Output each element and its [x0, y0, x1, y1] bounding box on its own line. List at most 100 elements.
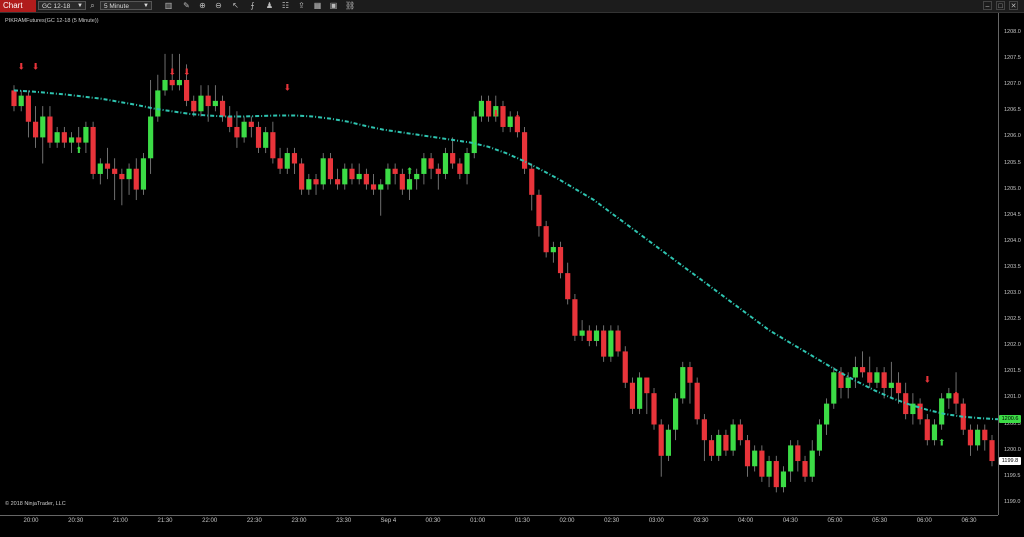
- link-icon[interactable]: ⛓: [345, 1, 355, 10]
- candle: [270, 121, 276, 164]
- candle: [227, 106, 233, 133]
- candle: [557, 241, 564, 279]
- candle: [874, 367, 880, 388]
- chevron-down-icon: ▼: [77, 3, 83, 9]
- interval-value: 5 Minute: [104, 3, 129, 10]
- price-tick-label: 1202.5: [1004, 316, 1021, 323]
- buy-signal-arrow-icon: ⬆: [75, 146, 83, 156]
- candle-body-down: [867, 372, 873, 383]
- candle: [90, 121, 96, 180]
- candle-body-up: [212, 100, 218, 107]
- price-tick-label: 1204.0: [1004, 237, 1021, 244]
- candle: [802, 455, 808, 482]
- close-icon[interactable]: ✕: [1009, 1, 1018, 10]
- candle: [385, 163, 391, 190]
- time-axis[interactable]: [0, 515, 998, 516]
- candle-body-down: [644, 377, 650, 394]
- candle-body-down: [133, 168, 139, 190]
- candle-body-down: [47, 116, 53, 143]
- price-tick-label: 1199.5: [1004, 472, 1021, 479]
- candle: [342, 163, 348, 190]
- candle-body-up: [874, 372, 880, 383]
- candle: [500, 100, 506, 133]
- maximize-icon[interactable]: □: [996, 1, 1005, 10]
- candle-body-down: [349, 168, 355, 180]
- candle-body-down: [572, 299, 578, 336]
- candle: [471, 111, 477, 159]
- candle: [442, 147, 449, 180]
- candle-body-up: [507, 116, 513, 127]
- candle: [356, 163, 362, 185]
- price-tick-label: 1207.0: [1004, 81, 1021, 88]
- candle-body-down: [615, 330, 621, 352]
- candle-body-down: [435, 168, 441, 174]
- candle: [752, 445, 758, 472]
- candle: [824, 398, 830, 435]
- interval-selector[interactable]: 5 Minute ▼: [100, 1, 152, 10]
- zoom-in-icon[interactable]: ⊕: [198, 1, 207, 10]
- time-tick-label: 20:30: [68, 518, 84, 524]
- candle-body-up: [83, 126, 89, 143]
- candle: [744, 434, 751, 477]
- candle: [845, 372, 851, 399]
- time-tick-label: 05:30: [872, 518, 888, 524]
- candle-body-down: [723, 434, 729, 451]
- time-tick-label: 06:00: [916, 518, 932, 524]
- candle-body-down: [565, 273, 571, 300]
- candle-body-down: [687, 367, 693, 383]
- candle: [320, 153, 326, 190]
- candle-body-down: [255, 126, 262, 148]
- candle-body-up: [766, 461, 772, 477]
- data-box-icon[interactable]: ▣: [329, 1, 338, 10]
- candle-body-up: [414, 173, 420, 180]
- pencil-icon[interactable]: ✎: [182, 1, 191, 10]
- chart-tab[interactable]: Chart: [0, 0, 36, 12]
- candle-body-up: [593, 330, 600, 341]
- candle: [478, 95, 485, 122]
- instrument-selector[interactable]: GC 12-18 ▼: [38, 1, 86, 10]
- price-tick-label: 1207.5: [1004, 55, 1021, 62]
- indicator-icon[interactable]: ⨍: [248, 1, 257, 10]
- candle-body-up: [672, 398, 679, 430]
- candle: [565, 262, 571, 305]
- candle: [363, 168, 369, 190]
- share-icon[interactable]: ⇪: [297, 1, 306, 10]
- candle: [428, 153, 434, 180]
- time-tick-label: 03:30: [693, 518, 709, 524]
- grid-icon[interactable]: ▦: [313, 1, 322, 10]
- strategy-icon[interactable]: ♟: [265, 1, 274, 10]
- bar-type-icon[interactable]: ▥: [164, 1, 173, 10]
- candle: [464, 147, 470, 185]
- zoom-out-icon[interactable]: ⊖: [214, 1, 223, 10]
- candle-body-up: [241, 121, 247, 138]
- candle: [852, 356, 858, 388]
- candle: [687, 361, 693, 404]
- candle: [162, 53, 168, 96]
- candle: [730, 419, 736, 456]
- candle: [306, 173, 312, 195]
- candle-body-up: [306, 179, 312, 190]
- sell-signal-arrow-icon: ⬇: [283, 83, 291, 93]
- candle: [967, 424, 974, 456]
- candle: [457, 158, 463, 180]
- candle: [335, 168, 341, 190]
- properties-icon[interactable]: ☷: [281, 1, 290, 10]
- candle: [25, 90, 31, 138]
- candle-body-up: [54, 132, 60, 143]
- candle: [716, 429, 722, 462]
- sell-signal-arrow-icon: ⬇: [952, 391, 960, 401]
- search-icon[interactable]: ⌕: [88, 1, 97, 10]
- price-chart[interactable]: ⬇⬇⬇⬇⬇⬇⬇⬇⬇⬆⬆⬆⬆: [0, 13, 998, 515]
- candle: [780, 466, 787, 493]
- price-axis[interactable]: [998, 13, 999, 515]
- candle: [982, 424, 988, 451]
- candle-body-down: [486, 100, 492, 117]
- cursor-icon[interactable]: ↖: [231, 1, 240, 10]
- minimize-icon[interactable]: –: [983, 1, 992, 10]
- candle: [658, 419, 664, 477]
- candle-body-down: [76, 137, 82, 143]
- candle: [708, 434, 715, 462]
- candle-body-down: [291, 153, 298, 164]
- time-tick-label: 00:30: [425, 518, 441, 524]
- candle-body-up: [716, 434, 722, 456]
